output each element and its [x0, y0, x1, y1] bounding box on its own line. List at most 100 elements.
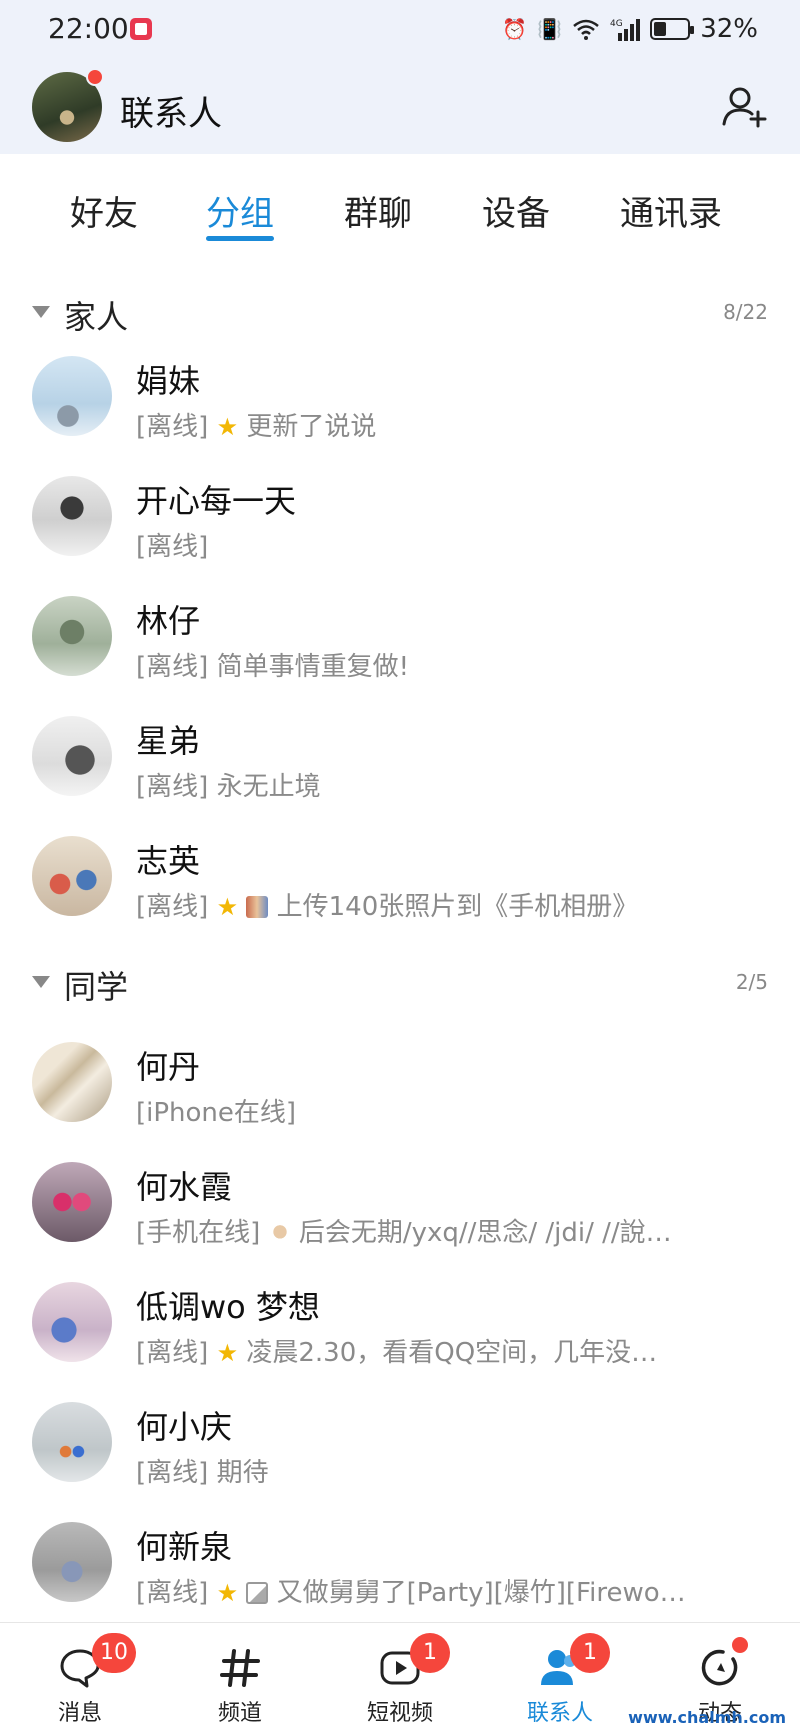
contact-avatar[interactable] [32, 1162, 112, 1242]
status-text: 期待 [216, 1458, 269, 1488]
tab-devices[interactable]: 设备 [482, 186, 550, 235]
nav-label: 频道 [217, 1701, 262, 1726]
status-text: 又做舅舅了[Party][爆竹][Firewo… [276, 1578, 686, 1608]
unread-badge: 1 [570, 1633, 610, 1673]
contact-status: [离线] ★ 上传140张照片到《手机相册》 [136, 886, 638, 923]
online-state: [离线] [136, 772, 209, 802]
unread-badge: 10 [92, 1633, 136, 1673]
contact-name: 星弟 [136, 722, 201, 760]
contact-avatar[interactable] [32, 596, 112, 676]
group-count: 8/22 [723, 300, 768, 324]
channel-hash-icon [220, 1649, 260, 1687]
contact-name: 志英 [136, 842, 201, 880]
contact-row[interactable]: 何水霞 [手机在线] 后会无期/yxq//思念/ /jdi/ //說… [0, 1142, 800, 1262]
online-state: [离线] [136, 1458, 209, 1488]
battery-icon [650, 18, 695, 40]
contact-status: [iPhone在线] [136, 1092, 296, 1129]
status-text: 永无止境 [216, 772, 321, 802]
contact-name: 何丹 [136, 1048, 201, 1086]
status-time: 22:00 [48, 12, 129, 45]
contact-name: 娟妹 [136, 362, 201, 400]
tab-friends[interactable]: 好友 [70, 186, 138, 235]
contact-status: [离线] ★ 凌晨2.30，看看QQ空间，几年没… [136, 1332, 657, 1369]
star-icon: ★ [216, 893, 239, 921]
signal-4g-icon: 4G [610, 19, 641, 41]
contact-row[interactable]: 何丹 [iPhone在线] [0, 1022, 800, 1142]
contact-status: [手机在线] 后会无期/yxq//思念/ /jdi/ //說… [136, 1212, 672, 1249]
nav-label: 消息 [57, 1701, 102, 1726]
photo-thumbnail [246, 896, 269, 918]
unread-badge: 1 [410, 1633, 450, 1673]
nav-contacts[interactable]: 1 联系人 [480, 1623, 640, 1733]
add-person-icon[interactable] [720, 82, 768, 130]
alarm-icon: ⏰ [502, 17, 528, 41]
contact-tabs: 好友 分组 群聊 设备 通讯录 [0, 178, 800, 248]
online-state: [iPhone在线] [136, 1098, 297, 1128]
update-dot [732, 1637, 748, 1653]
contact-avatar[interactable] [32, 836, 112, 916]
contact-status: [离线] 期待 [136, 1452, 269, 1489]
contact-avatar[interactable] [32, 1522, 112, 1602]
contact-name: 何新泉 [136, 1528, 233, 1566]
emoji-sticker [268, 1222, 291, 1244]
page-title: 联系人 [120, 94, 222, 134]
online-state: [离线] [136, 1338, 209, 1368]
contact-name: 林仔 [136, 602, 201, 640]
contact-avatar[interactable] [32, 1282, 112, 1362]
notification-app-icon [130, 18, 152, 40]
online-state: [离线] [136, 892, 209, 922]
contact-status: [离线] ★ 又做舅舅了[Party][爆竹][Firewo… [136, 1572, 686, 1609]
nav-channels[interactable]: 频道 [160, 1623, 320, 1733]
active-tab-indicator [206, 236, 274, 241]
contact-name: 何小庆 [136, 1408, 233, 1446]
group-name: 家人 [64, 298, 129, 336]
status-text: 简单事情重复做! [216, 652, 409, 682]
contact-row[interactable]: 低调wo 梦想 [离线] ★ 凌晨2.30，看看QQ空间，几年没… [0, 1262, 800, 1382]
avatar-notification-dot [86, 68, 104, 86]
contact-avatar[interactable] [32, 716, 112, 796]
contact-avatar[interactable] [32, 1402, 112, 1482]
status-text: 上传140张照片到《手机相册》 [276, 892, 639, 922]
group-header-classmates[interactable]: 同学 2/5 [0, 958, 800, 1008]
battery-percent: 32% [700, 14, 758, 44]
star-icon: ★ [216, 413, 239, 441]
status-text: 凌晨2.30，看看QQ空间，几年没… [246, 1338, 658, 1368]
nav-short-video[interactable]: 1 短视频 [320, 1623, 480, 1733]
contact-row[interactable]: 娟妹 [离线] ★ 更新了说说 [0, 336, 800, 456]
contact-row[interactable]: 星弟 [离线] 永无止境 [0, 696, 800, 816]
svg-text:4G: 4G [610, 19, 623, 29]
contact-row[interactable]: 何小庆 [离线] 期待 [0, 1382, 800, 1502]
contact-name: 低调wo 梦想 [136, 1288, 320, 1326]
group-name: 同学 [64, 968, 129, 1006]
tab-address-book[interactable]: 通讯录 [620, 186, 722, 235]
contact-row[interactable]: 开心每一天 [离线] [0, 456, 800, 576]
contact-status: [离线] ★ 更新了说说 [136, 406, 376, 443]
collapse-arrow-icon [32, 306, 50, 318]
online-state: [手机在线] [136, 1218, 261, 1248]
nav-messages[interactable]: 10 消息 [0, 1623, 160, 1733]
contact-row[interactable]: 林仔 [离线] 简单事情重复做! [0, 576, 800, 696]
online-state: [离线] [136, 652, 209, 682]
nav-label: 联系人 [526, 1701, 593, 1726]
wifi-icon [573, 19, 600, 40]
tab-groups[interactable]: 分组 [206, 186, 274, 235]
contact-row[interactable]: 何新泉 [离线] ★ 又做舅舅了[Party][爆竹][Firewo… [0, 1502, 800, 1622]
nav-label: 短视频 [366, 1701, 433, 1726]
status-text: 后会无期/yxq//思念/ /jdi/ //說… [298, 1218, 672, 1248]
contact-avatar[interactable] [32, 356, 112, 436]
contact-name: 开心每一天 [136, 482, 297, 520]
online-state: [离线] [136, 1578, 209, 1608]
contact-status: [离线] 简单事情重复做! [136, 646, 409, 683]
contact-avatar[interactable] [32, 476, 112, 556]
contact-avatar[interactable] [32, 1042, 112, 1122]
watermark: www.chalmh.com [628, 1708, 786, 1727]
vibrate-icon: 📳 [537, 17, 563, 41]
contact-row[interactable]: 志英 [离线] ★ 上传140张照片到《手机相册》 [0, 816, 800, 936]
collapse-arrow-icon [32, 976, 50, 988]
group-header-family[interactable]: 家人 8/22 [0, 288, 800, 338]
contact-name: 何水霞 [136, 1168, 233, 1206]
tab-group-chats[interactable]: 群聊 [344, 186, 412, 235]
star-icon: ★ [216, 1579, 239, 1607]
status-icons: ⏰ 📳 4G 32% [502, 14, 758, 44]
contact-status: [离线] [136, 526, 208, 563]
